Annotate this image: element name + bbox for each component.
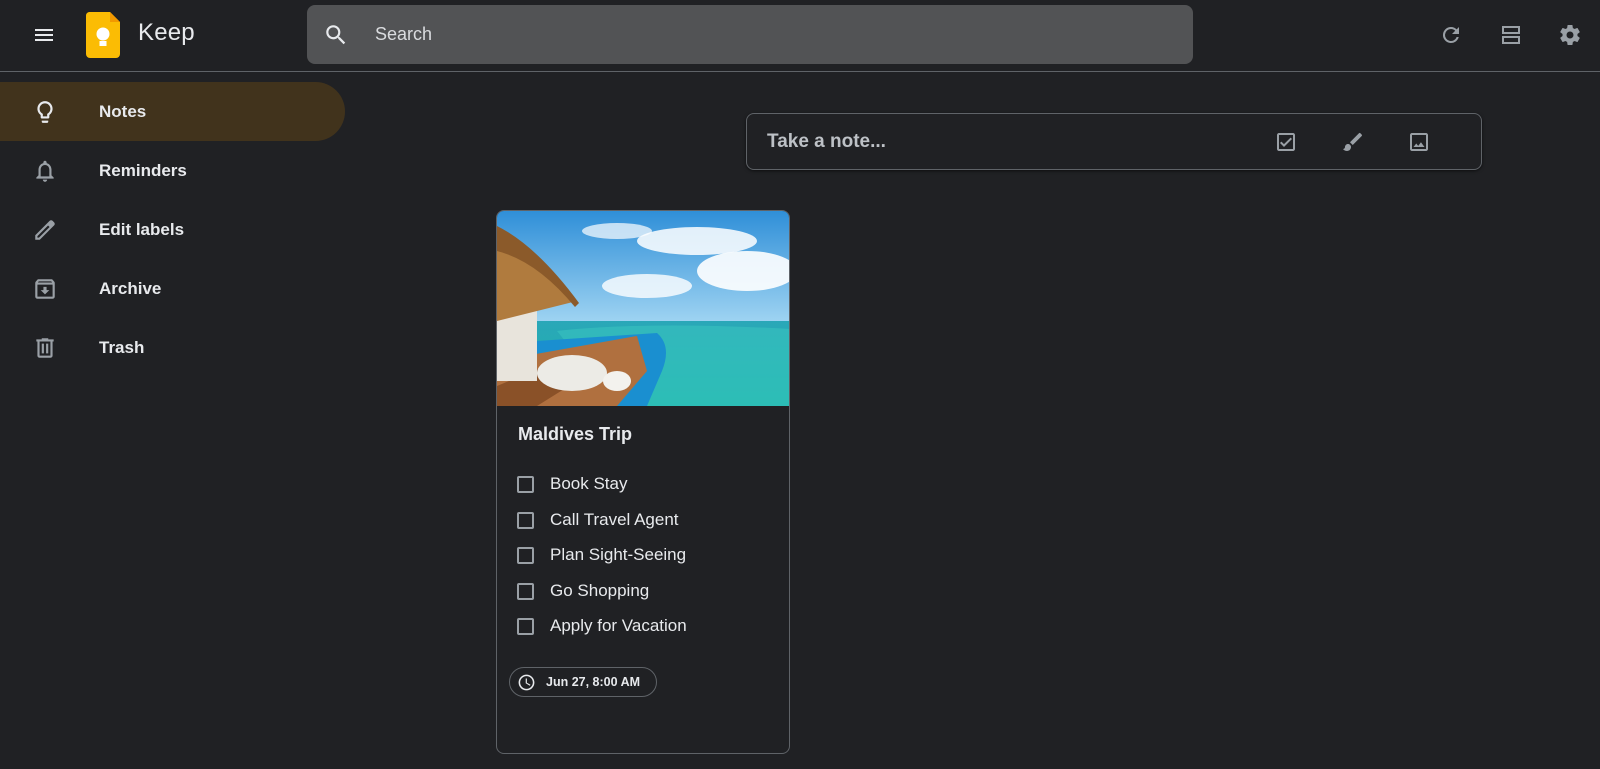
settings-button[interactable]	[1546, 11, 1594, 59]
search-bar[interactable]	[307, 5, 1193, 64]
checkbox-icon	[1277, 133, 1295, 151]
settings-icon	[1560, 24, 1580, 45]
sidebar-item-label: Notes	[99, 101, 147, 121]
sidebar-item-reminders[interactable]: Reminders	[0, 141, 345, 200]
checklist-item: Call Travel Agent	[517, 507, 777, 543]
sidebar-item-archive[interactable]: Archive	[0, 259, 345, 318]
list-view-button[interactable]	[1487, 11, 1535, 59]
checkbox[interactable]	[517, 582, 534, 600]
checklist-item: Apply for Vacation	[517, 613, 777, 649]
refresh-icon	[1442, 26, 1459, 43]
app-title[interactable]: Keep	[138, 19, 195, 47]
lightbulb-icon	[32, 99, 58, 125]
checklist-item-label: Go Shopping	[550, 580, 650, 600]
reminder-text: Jun 27, 8:00 AM	[546, 675, 641, 689]
archive-icon	[32, 276, 58, 302]
keep-logo[interactable]	[86, 12, 120, 58]
bell-icon	[32, 158, 58, 184]
sidebar: Notes Reminders Edit labels Archive Tras…	[0, 82, 345, 377]
sidebar-item-label: Edit labels	[99, 219, 185, 239]
trash-icon	[32, 335, 58, 361]
reminder-chip[interactable]: Jun 27, 8:00 AM	[509, 667, 658, 697]
brush-icon	[1343, 132, 1363, 151]
search-icon[interactable]	[323, 22, 349, 48]
checklist-item-label: Apply for Vacation	[550, 616, 687, 635]
list-view-icon	[1502, 26, 1520, 44]
checklist-item-label: Call Travel Agent	[550, 509, 679, 529]
menu-icon	[35, 29, 53, 41]
refresh-button[interactable]	[1427, 11, 1475, 59]
sidebar-item-label: Trash	[99, 337, 145, 357]
sidebar-item-edit-labels[interactable]: Edit labels	[0, 200, 345, 259]
checkbox[interactable]	[517, 547, 534, 564]
checkbox[interactable]	[517, 511, 534, 529]
checkbox[interactable]	[517, 618, 534, 635]
take-note-input[interactable]	[767, 127, 1247, 157]
checklist-item: Go Shopping	[517, 578, 777, 614]
new-list-button[interactable]	[1262, 118, 1310, 166]
clock-icon	[517, 673, 536, 692]
search-input[interactable]	[375, 17, 1155, 51]
sidebar-item-notes[interactable]: Notes	[0, 82, 345, 141]
main-menu-button[interactable]	[20, 11, 68, 59]
checklist-item-label: Book Stay	[550, 474, 628, 493]
note-image	[497, 211, 789, 406]
checklist-item: Book Stay	[517, 471, 777, 507]
new-image-note-button[interactable]	[1395, 118, 1443, 166]
note-card[interactable]: Maldives Trip Book Stay Call Travel Agen…	[496, 210, 790, 754]
sidebar-item-label: Reminders	[99, 160, 187, 180]
note-title: Maldives Trip	[518, 424, 633, 444]
pencil-icon	[32, 217, 58, 243]
take-note-bar[interactable]	[746, 113, 1482, 170]
sidebar-item-label: Archive	[99, 278, 162, 298]
sidebar-item-trash[interactable]: Trash	[0, 318, 345, 377]
image-icon	[1410, 133, 1428, 151]
checkbox[interactable]	[517, 476, 534, 493]
checklist-item-label: Plan Sight-Seeing	[550, 545, 687, 564]
checklist-item: Plan Sight-Seeing	[517, 542, 777, 578]
top-bar: Keep	[0, 0, 1600, 72]
new-drawing-button[interactable]	[1329, 118, 1377, 166]
checklist: Book Stay Call Travel Agent Plan Sight-S…	[517, 471, 777, 649]
